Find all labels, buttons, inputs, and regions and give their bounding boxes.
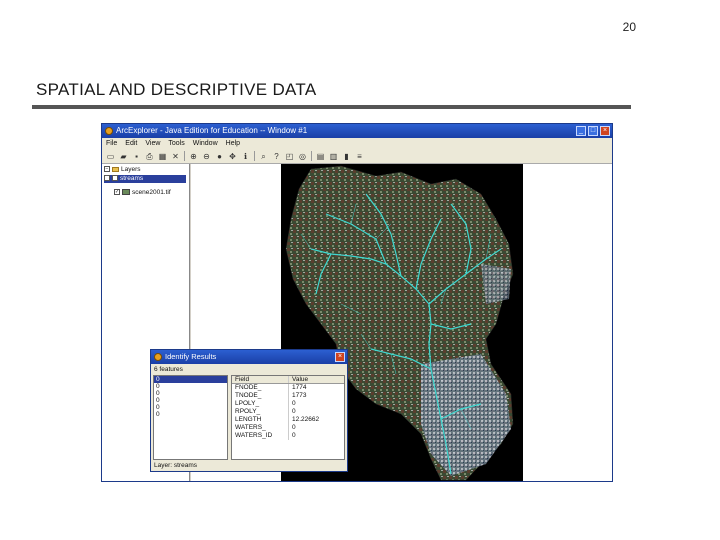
- save-icon[interactable]: ▪: [132, 152, 141, 161]
- zoom-out-icon[interactable]: ⊖: [202, 152, 211, 161]
- toolbar-separator: [254, 151, 255, 161]
- list-item[interactable]: 0: [154, 376, 227, 383]
- identify-titlebar[interactable]: Identify Results ×: [151, 350, 347, 364]
- menu-help[interactable]: Help: [226, 138, 240, 149]
- app-title: ArcExplorer - Java Edition for Education…: [116, 126, 308, 135]
- value-cell: 0: [291, 424, 296, 431]
- identify-icon[interactable]: ℹ: [241, 152, 250, 161]
- menu-view[interactable]: View: [145, 138, 160, 149]
- raster-icon: [122, 189, 130, 196]
- urban-area: [421, 354, 511, 476]
- value-cell: 0: [291, 432, 296, 439]
- chart-icon[interactable]: ▮: [342, 152, 351, 161]
- maximize-button[interactable]: □: [588, 126, 598, 136]
- table-header: Field Value: [232, 376, 344, 384]
- zoom-in-icon[interactable]: ⊕: [189, 152, 198, 161]
- app-titlebar[interactable]: ArcExplorer - Java Edition for Education…: [102, 124, 612, 138]
- field-cell: TNODE_: [232, 392, 289, 400]
- title-rule: [32, 105, 631, 109]
- print-icon[interactable]: ⎙: [145, 152, 154, 161]
- menu-window[interactable]: Window: [193, 138, 218, 149]
- feature-count: 6 features: [154, 366, 183, 373]
- select-icon[interactable]: ◰: [285, 152, 294, 161]
- table-row[interactable]: LENGTH 12.22662: [232, 416, 344, 424]
- add-layer-icon[interactable]: ▦: [158, 152, 167, 161]
- identify-icon: [154, 353, 162, 361]
- collapse-toggle[interactable]: −: [104, 166, 110, 173]
- collapse-toggle[interactable]: +: [104, 175, 110, 182]
- value-cell: 1773: [291, 392, 307, 399]
- buffer-icon[interactable]: ◎: [298, 152, 307, 161]
- globe-icon[interactable]: ●: [215, 152, 224, 161]
- list-item[interactable]: 0: [154, 411, 227, 418]
- value-cell: 0: [291, 408, 296, 415]
- close-button[interactable]: ×: [600, 126, 610, 136]
- toc-root[interactable]: − Layers: [104, 166, 141, 174]
- clear-selection-icon[interactable]: ▤: [316, 152, 325, 161]
- field-cell: WATERS_ID: [232, 432, 289, 440]
- field-cell: RPOLY_: [232, 408, 289, 416]
- pan-icon[interactable]: ✥: [228, 152, 237, 161]
- field-cell: WATERS_: [232, 424, 289, 432]
- window-controls: _ □ ×: [576, 126, 610, 136]
- table-row[interactable]: LPOLY_ 0: [232, 400, 344, 408]
- table-row[interactable]: WATERS_ID 0: [232, 432, 344, 440]
- slide-number: 20: [622, 20, 636, 34]
- toc-layer-scene[interactable]: ✓ scene2001.tif: [104, 189, 171, 197]
- value-cell: 12.22662: [291, 416, 320, 423]
- field-cell: LENGTH: [232, 416, 289, 424]
- minimize-button[interactable]: _: [576, 126, 586, 136]
- list-item[interactable]: 0: [154, 390, 227, 397]
- table-row[interactable]: TNODE_ 1773: [232, 392, 344, 400]
- menu-edit[interactable]: Edit: [125, 138, 137, 149]
- list-item[interactable]: 0: [154, 397, 227, 404]
- attribute-table: Field Value FNODE_ 1774 TNODE_ 1773 LPOLY_…: [231, 375, 345, 460]
- new-icon[interactable]: ▭: [106, 152, 115, 161]
- toc-layer-streams[interactable]: + ✓ streams: [104, 175, 186, 183]
- identify-layer-label: Layer: streams: [154, 462, 197, 469]
- column-header-field[interactable]: Field: [232, 376, 289, 383]
- table-row[interactable]: RPOLY_ 0: [232, 408, 344, 416]
- urban-area-north: [481, 264, 511, 304]
- toolbar-separator: [184, 151, 185, 161]
- feature-list: 0 0 0 0 0 0: [153, 375, 228, 460]
- field-cell: LPOLY_: [232, 400, 289, 408]
- menubar: File Edit View Tools Window Help: [102, 138, 612, 149]
- value-cell: 1774: [291, 384, 307, 391]
- remove-layer-icon[interactable]: ✕: [171, 152, 180, 161]
- open-icon[interactable]: ▰: [119, 152, 128, 161]
- list-item[interactable]: 0: [154, 404, 227, 411]
- app-icon: [105, 127, 113, 135]
- table-row[interactable]: WATERS_ 0: [232, 424, 344, 432]
- find-icon[interactable]: ⌕: [259, 152, 268, 161]
- slide-title: SPATIAL AND DESCRIPTIVE DATA: [36, 80, 317, 99]
- close-button[interactable]: ×: [335, 352, 345, 362]
- toc-root-label: Layers: [121, 166, 141, 173]
- folder-icon: [112, 166, 119, 172]
- identify-results-dialog: Identify Results × 6 features 0 0 0 0 0 …: [150, 349, 348, 472]
- identify-title: Identify Results: [165, 352, 217, 361]
- table-icon[interactable]: ▥: [329, 152, 338, 161]
- field-cell: FNODE_: [232, 384, 289, 392]
- properties-icon[interactable]: ≡: [355, 152, 364, 161]
- menu-tools[interactable]: Tools: [168, 138, 184, 149]
- menu-file[interactable]: File: [106, 138, 117, 149]
- toc-layer-label: scene2001.tif: [132, 189, 171, 196]
- table-row[interactable]: FNODE_ 1774: [232, 384, 344, 392]
- query-icon[interactable]: ?: [272, 152, 281, 161]
- layer-visibility-checkbox[interactable]: ✓: [114, 189, 120, 196]
- toc-layer-label: streams: [120, 175, 144, 182]
- column-header-value[interactable]: Value: [289, 376, 344, 383]
- value-cell: 0: [291, 400, 296, 407]
- toolbar-separator: [311, 151, 312, 161]
- layer-visibility-checkbox[interactable]: ✓: [112, 175, 118, 182]
- list-item[interactable]: 0: [154, 383, 227, 390]
- toolbar: ▭ ▰ ▪ ⎙ ▦ ✕ ⊕ ⊖ ● ✥ ℹ ⌕? ◰ ◎ ▤ ▥ ▮ ≡: [102, 149, 612, 164]
